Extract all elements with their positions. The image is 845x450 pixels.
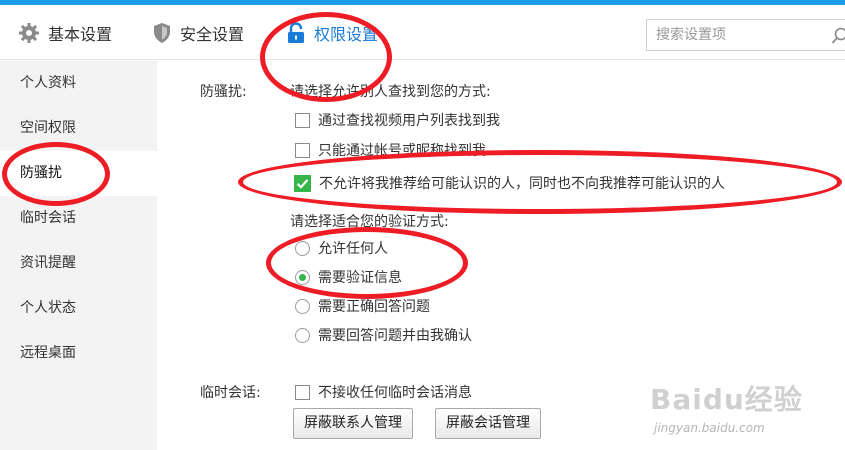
find-option-no-recommend[interactable]: 不允许将我推荐给可能认识的人，同时也不向我推荐可能认识的人 — [294, 173, 725, 193]
checkmark-icon — [296, 178, 309, 189]
sidebar-item-profile[interactable]: 个人资料 — [0, 61, 157, 106]
verify-option-verification-info[interactable]: 需要验证信息 — [295, 267, 402, 287]
sidebar-item-label: 临时会话 — [20, 210, 76, 226]
verify-option-correct-answer[interactable]: 需要正确回答问题 — [295, 296, 430, 316]
sidebar-item-temp-session[interactable]: 临时会话 — [0, 196, 157, 241]
tab-permission-settings[interactable]: 权限设置 — [286, 5, 378, 60]
sidebar-item-label: 资讯提醒 — [20, 255, 76, 271]
radio-button-selected[interactable] — [295, 269, 310, 285]
option-label: 需要回答问题并由我确认 — [318, 328, 472, 344]
gear-icon — [18, 22, 40, 44]
option-label: 需要正确回答问题 — [318, 299, 430, 315]
find-method-prompt: 请选择允许别人查找到您的方式: — [290, 84, 491, 100]
tab-label: 权限设置 — [314, 24, 379, 44]
option-label: 只能通过帐号或昵称找到我 — [318, 143, 486, 159]
blocked-sessions-button[interactable]: 屏蔽会话管理 — [435, 408, 541, 439]
watermark-logo: Baidu经验 — [650, 383, 803, 416]
find-option-account-nickname[interactable]: 只能通过帐号或昵称找到我 — [295, 140, 486, 160]
tab-label: 基本设置 — [48, 24, 113, 44]
tab-label: 安全设置 — [180, 24, 245, 44]
option-label: 需要验证信息 — [318, 270, 402, 286]
settings-sidebar: 个人资料 空间权限 防骚扰 临时会话 资讯提醒 个人状态 远程桌面 — [0, 61, 157, 450]
search-icon[interactable] — [831, 27, 845, 49]
sidebar-item-label: 远程桌面 — [20, 345, 76, 361]
checkbox[interactable] — [295, 112, 310, 128]
sidebar-item-personal-status[interactable]: 个人状态 — [0, 286, 157, 331]
checkbox[interactable] — [295, 384, 310, 400]
sidebar-item-label: 空间权限 — [20, 120, 76, 136]
radio-button[interactable] — [295, 327, 310, 343]
find-option-video-list[interactable]: 通过查找视频用户列表找到我 — [295, 110, 500, 130]
sidebar-item-space-permission[interactable]: 空间权限 — [0, 106, 157, 151]
settings-tab-bar: 基本设置 安全设置 权限设置 — [0, 5, 845, 60]
search-box — [646, 19, 845, 51]
option-label: 允许任何人 — [318, 241, 388, 257]
verify-option-anyone[interactable]: 允许任何人 — [295, 238, 388, 258]
verify-method-prompt: 请选择适合您的验证方式: — [290, 214, 449, 230]
sidebar-item-anti-harassment[interactable]: 防骚扰 — [0, 151, 157, 196]
radio-button[interactable] — [295, 298, 310, 314]
checkbox[interactable] — [295, 142, 310, 158]
anti-harassment-label: 防骚扰: — [200, 84, 247, 100]
lock-icon — [286, 21, 306, 44]
tab-basic-settings[interactable]: 基本设置 — [18, 5, 112, 60]
sidebar-item-label: 个人资料 — [20, 75, 76, 91]
temp-session-reject-option[interactable]: 不接收任何临时会话消息 — [295, 382, 472, 402]
option-label: 不接收任何临时会话消息 — [318, 385, 472, 401]
search-input[interactable] — [647, 20, 823, 50]
verify-option-answer-and-confirm[interactable]: 需要回答问题并由我确认 — [295, 325, 472, 345]
sidebar-item-news-reminder[interactable]: 资讯提醒 — [0, 241, 157, 286]
tab-security-settings[interactable]: 安全设置 — [152, 5, 244, 60]
radio-button[interactable] — [295, 240, 310, 256]
blocked-contacts-button[interactable]: 屏蔽联系人管理 — [293, 408, 413, 439]
sidebar-item-remote-desktop[interactable]: 远程桌面 — [0, 331, 157, 376]
watermark-url: jingyan.baidu.com — [654, 421, 765, 435]
sidebar-item-label: 个人状态 — [20, 300, 76, 316]
checkbox-checked[interactable] — [294, 174, 311, 192]
option-label: 不允许将我推荐给可能认识的人，同时也不向我推荐可能认识的人 — [319, 176, 725, 192]
shield-icon — [152, 22, 172, 44]
option-label: 通过查找视频用户列表找到我 — [318, 113, 500, 129]
sidebar-item-label: 防骚扰 — [20, 165, 62, 181]
baidu-watermark: Baidu经验 jingyan.baidu.com — [648, 376, 838, 446]
temp-session-label: 临时会话: — [200, 385, 261, 401]
